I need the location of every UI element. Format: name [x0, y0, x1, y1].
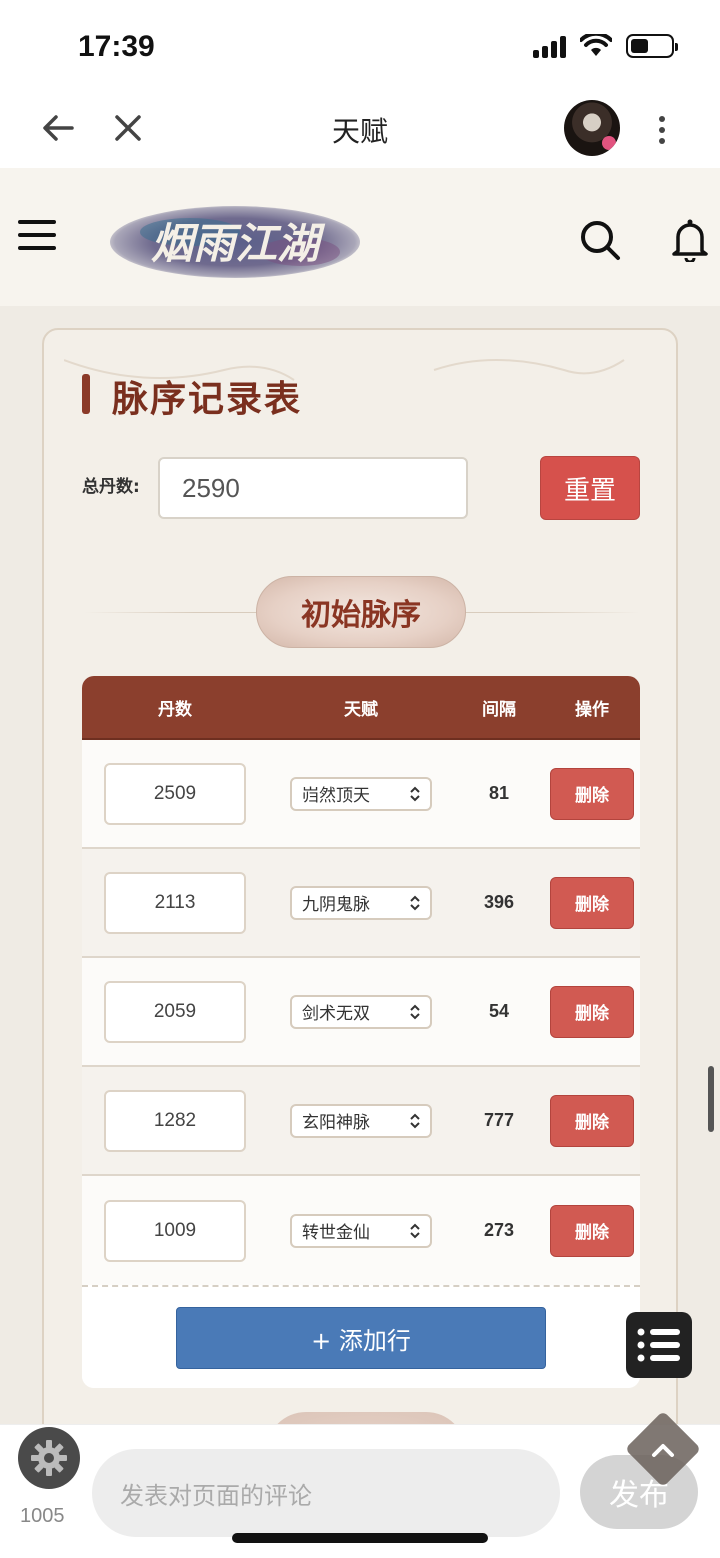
talent-select[interactable]: 玄阳神脉: [290, 1103, 432, 1138]
gear-icon: [31, 1440, 67, 1476]
dan-input[interactable]: 2113: [104, 871, 246, 934]
select-chevron-icon: [410, 1223, 420, 1238]
scrollbar-thumb[interactable]: [708, 1066, 714, 1132]
settings-button[interactable]: [18, 1427, 80, 1489]
gap-value: 54: [488, 1001, 510, 1021]
talent-select[interactable]: 剑术无双: [290, 994, 432, 1029]
status-time: 17:39: [78, 30, 155, 63]
list-icon: [637, 1328, 680, 1362]
talent-select[interactable]: 转世金仙: [290, 1213, 432, 1248]
more-options-icon[interactable]: [650, 110, 674, 150]
header-talent: 天赋: [344, 699, 378, 720]
dan-input[interactable]: 1282: [104, 1089, 246, 1152]
add-row-button[interactable]: + 添加行: [176, 1307, 546, 1369]
header-gap: 间隔: [482, 699, 516, 720]
table-row: 2113 九阴鬼脉 396 删除: [82, 849, 640, 958]
delete-button[interactable]: 删除: [550, 767, 634, 820]
title-accent-bar: [82, 374, 90, 414]
table-body: 2509 岿然顶天 81 删除 2113 九阴鬼脉 396 删除 2059 剑术…: [82, 740, 640, 1285]
avatar[interactable]: [564, 100, 620, 156]
status-bar: 17:39: [0, 0, 720, 92]
table-row: 2509 岿然顶天 81 删除: [82, 740, 640, 849]
talent-value: 玄阳神脉: [302, 1113, 370, 1133]
gap-value: 273: [483, 1220, 515, 1240]
talent-select[interactable]: 岿然顶天: [290, 776, 432, 811]
comment-input[interactable]: 发表对页面的评论: [92, 1449, 560, 1537]
total-dan-label: 总丹数:: [82, 477, 140, 497]
delete-button[interactable]: 删除: [550, 876, 634, 929]
site-header: 烟雨江湖: [0, 168, 720, 306]
table-header: 丹数 天赋 间隔 操作: [82, 676, 640, 740]
search-icon[interactable]: [578, 218, 622, 262]
browser-nav-bar: 天赋: [0, 92, 720, 168]
delete-button[interactable]: 删除: [550, 985, 634, 1038]
comment-bar: 1005 发表对页面的评论 发布: [0, 1424, 720, 1558]
gap-value: 81: [488, 783, 510, 803]
talent-value: 剑术无双: [302, 1004, 370, 1024]
gap-value: 777: [483, 1110, 515, 1130]
card-title: 脉序记录表: [112, 379, 303, 420]
site-logo[interactable]: 烟雨江湖: [110, 202, 360, 282]
hamburger-menu-icon[interactable]: [18, 218, 56, 252]
sequence-table: 丹数 天赋 间隔 操作 2509 岿然顶天 81 删除 2113 九阴鬼脉 39…: [82, 676, 640, 1388]
section-title: 初始脉序: [256, 576, 466, 648]
total-dan-value: 2590: [182, 472, 240, 503]
talent-value: 九阴鬼脉: [302, 895, 370, 915]
table-row: 2059 剑术无双 54 删除: [82, 958, 640, 1067]
battery-icon: [626, 34, 678, 58]
home-indicator: [232, 1533, 488, 1543]
table-of-contents-button[interactable]: [626, 1312, 692, 1378]
table-row: 1009 转世金仙 273 删除: [82, 1176, 640, 1285]
reset-button[interactable]: 重置: [540, 456, 640, 520]
select-chevron-icon: [410, 895, 420, 910]
table-row: 1282 玄阳神脉 777 删除: [82, 1067, 640, 1176]
record-card: 脉序记录表 总丹数: 2590 重置 初始脉序 丹数 天赋 间隔 操作 2509…: [42, 328, 678, 1458]
select-chevron-icon: [410, 786, 420, 801]
delete-button[interactable]: 删除: [550, 1094, 634, 1147]
svg-text:烟雨江湖: 烟雨江湖: [151, 219, 326, 268]
wifi-icon: [580, 34, 612, 56]
talent-value: 岿然顶天: [302, 786, 370, 806]
header-dan: 丹数: [158, 699, 192, 720]
dan-input[interactable]: 2059: [104, 980, 246, 1043]
header-action: 操作: [575, 699, 609, 720]
status-icons: [533, 34, 678, 58]
chevron-up-icon: [652, 1444, 674, 1457]
select-chevron-icon: [410, 1004, 420, 1019]
gap-value: 396: [483, 892, 515, 912]
select-chevron-icon: [410, 1113, 420, 1128]
dan-input[interactable]: 2509: [104, 762, 246, 825]
view-count: 1005: [20, 1505, 65, 1527]
signal-icon: [533, 34, 566, 58]
notification-bell-icon[interactable]: [670, 218, 710, 262]
talent-value: 转世金仙: [302, 1223, 370, 1243]
total-dan-input[interactable]: 2590: [158, 457, 468, 519]
add-row-area: + 添加行: [82, 1287, 640, 1388]
dan-input[interactable]: 1009: [104, 1199, 246, 1262]
delete-button[interactable]: 删除: [550, 1204, 634, 1257]
comment-placeholder: 发表对页面的评论: [120, 1481, 312, 1510]
talent-select[interactable]: 九阴鬼脉: [290, 885, 432, 920]
